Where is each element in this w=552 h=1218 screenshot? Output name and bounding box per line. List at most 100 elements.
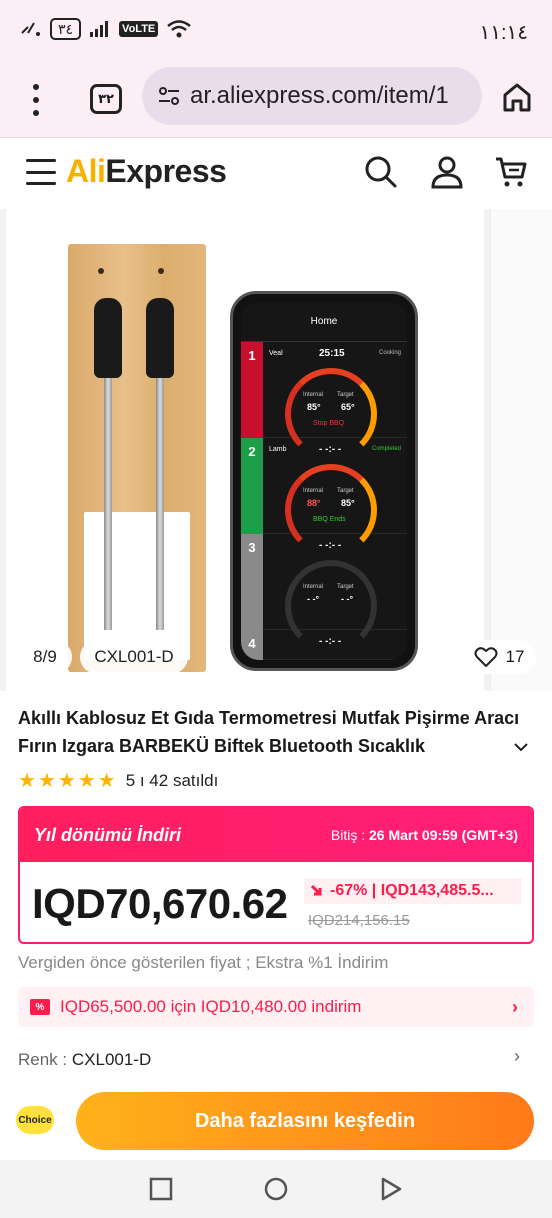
aliexpress-logo[interactable]: AliExpress	[66, 153, 227, 190]
color-selector[interactable]: Renk : CXL001-D	[18, 1050, 151, 1070]
browser-toolbar: ٣٢ ar.aliexpress.com/item/1	[0, 62, 552, 138]
channel-status: Cooking	[378, 350, 401, 356]
coupon-icon: %	[30, 999, 50, 1015]
product-image[interactable]: Home 1 Veal 25:15 Cooking Internal Targe…	[6, 209, 484, 691]
home-icon[interactable]	[500, 80, 534, 114]
internal-label: Internal	[303, 584, 324, 590]
system-nav-bar	[0, 1160, 552, 1218]
internal-temp: 85°	[307, 402, 321, 412]
channel-time: 25:15	[319, 348, 345, 359]
color-value: CXL001-D	[71, 1050, 152, 1069]
star-icon: ★	[97, 770, 116, 792]
internal-label: Internal	[303, 488, 324, 494]
discount-text: -67% | IQD143,485.5...	[330, 882, 494, 899]
channel-message: Stop BBQ	[313, 420, 345, 427]
cell-signal-icon	[90, 21, 109, 37]
chevron-right-icon: ›	[512, 997, 518, 1017]
rating-row[interactable]: ★ ★ ★ ★ ★ 5 ı 42 satıldı	[18, 770, 218, 792]
recents-icon[interactable]	[148, 1176, 174, 1202]
battery-indicator: ٣٤	[50, 18, 82, 40]
deal-ends: Bitiş : 26 Mart 09:59 (GMT+3)	[331, 827, 518, 843]
discount-badge: -67% | IQD143,485.5...	[304, 878, 522, 904]
home-nav-icon[interactable]	[263, 1176, 289, 1202]
deal-ends-label: Bitiş :	[330, 827, 366, 843]
tax-note: Vergiden önce gösterilen fiyat ; Ekstra …	[18, 953, 389, 972]
next-image-peek[interactable]	[490, 209, 552, 691]
bottom-cta-bar: Choice Daha fazlasını keşfedin	[0, 1086, 552, 1160]
status-icons: ٣٤ VoLTE	[20, 18, 192, 40]
probe-channel-2: 2 Lamb - -:- - Completed Internal Target…	[241, 438, 407, 556]
browser-menu-icon[interactable]	[26, 82, 46, 118]
probe-channel-3: 3 - -:- - Internal Target - -° - -°	[241, 534, 407, 652]
channel-number: 3	[241, 534, 263, 630]
down-arrow-icon	[310, 884, 322, 896]
star-icon: ★	[77, 770, 96, 792]
chevron-right-icon[interactable]: ›	[514, 1046, 520, 1067]
product-gallery[interactable]: Home 1 Veal 25:15 Cooking Internal Targe…	[0, 209, 552, 691]
app-home-title: Home	[310, 316, 338, 327]
probe-channel-1: 1 Veal 25:15 Cooking Internal Target 85°…	[241, 342, 407, 460]
status-bar: ٣٤ VoLTE ١١:١٤	[0, 0, 552, 62]
channel-time: - -:- -	[319, 540, 342, 551]
cart-icon[interactable]	[494, 155, 528, 189]
heart-icon	[474, 647, 498, 667]
channel-number: 4	[241, 630, 263, 660]
internal-label: Internal	[303, 392, 324, 398]
coupon-banner[interactable]: % IQD65,500.00 için IQD10,480.00 indirim…	[18, 987, 534, 1027]
explore-more-button[interactable]: Daha fazlasını keşfedin	[76, 1092, 534, 1150]
rating-text: 5 ı 42 satıldı	[125, 771, 219, 790]
product-title[interactable]: Akıllı Kablosuz Et Gıda Termometresi Mut…	[18, 704, 538, 760]
tab-count-label: ٣٢	[98, 91, 114, 106]
deal-title: Yıl dönümü İndiri	[34, 824, 181, 845]
url-text: ar.aliexpress.com/item/1	[190, 82, 449, 109]
wifi-icon	[167, 20, 192, 38]
target-label: Target	[337, 392, 354, 398]
target-label: Target	[337, 488, 354, 494]
star-icon: ★	[57, 770, 76, 792]
chevron-down-icon[interactable]	[512, 738, 530, 756]
bamboo-board-image	[68, 244, 206, 672]
deal-ends-value: 26 Mart 09:59 (GMT+3)	[369, 827, 518, 843]
deal-box: Yıl dönümü İndiri Bitiş : 26 Mart 09:59 …	[18, 806, 534, 944]
site-settings-icon[interactable]	[156, 83, 182, 109]
phone-app-image: Home 1 Veal 25:15 Cooking Internal Targe…	[230, 291, 418, 671]
status-time: ١١:١٤	[479, 22, 528, 44]
site-header: AliExpress	[0, 139, 552, 209]
logo-prefix: Ali	[66, 153, 106, 189]
wifi-signal-icon	[21, 22, 40, 36]
search-icon[interactable]	[364, 155, 398, 189]
color-label: Renk :	[18, 1050, 68, 1069]
channel-name: Lamb	[269, 446, 287, 453]
choice-badge: Choice	[16, 1106, 54, 1134]
internal-temp: 88°	[307, 498, 321, 508]
image-counter: 8/9	[18, 640, 72, 674]
channel-number: 1	[241, 342, 263, 438]
channel-time: - -:- -	[319, 444, 342, 455]
star-icon: ★	[18, 770, 36, 792]
internal-temp: - -°	[307, 594, 320, 604]
star-icon: ★	[37, 770, 56, 792]
wishlist-button[interactable]: 17	[462, 640, 536, 674]
channel-time: - -:- -	[319, 636, 342, 647]
address-bar[interactable]: ar.aliexpress.com/item/1	[142, 67, 482, 125]
current-price: IQD70,670.62	[32, 880, 288, 927]
target-temp: 85°	[341, 498, 355, 508]
probe-channel-4: 4 - -:- -	[241, 630, 407, 660]
hamburger-menu-icon[interactable]	[26, 159, 56, 185]
back-icon[interactable]	[378, 1176, 404, 1202]
battery-level: ٣٤	[58, 20, 74, 37]
channel-number: 2	[241, 438, 263, 534]
account-icon[interactable]	[430, 155, 464, 189]
channel-name: Veal	[269, 350, 283, 357]
coupon-text: IQD65,500.00 için IQD10,480.00 indirim	[60, 997, 362, 1016]
channel-message: BBQ Ends	[313, 516, 346, 523]
target-label: Target	[337, 584, 354, 590]
target-temp: 65°	[341, 402, 355, 412]
wishlist-count: 17	[505, 647, 525, 666]
channel-status: Completed	[371, 446, 401, 452]
target-temp: - -°	[341, 594, 354, 604]
tab-switcher-button[interactable]: ٣٢	[90, 84, 122, 114]
deal-header: Yıl dönümü İndiri Bitiş : 26 Mart 09:59 …	[20, 808, 532, 862]
volte-badge: VoLTE	[119, 21, 159, 37]
logo-suffix: Express	[105, 153, 227, 189]
